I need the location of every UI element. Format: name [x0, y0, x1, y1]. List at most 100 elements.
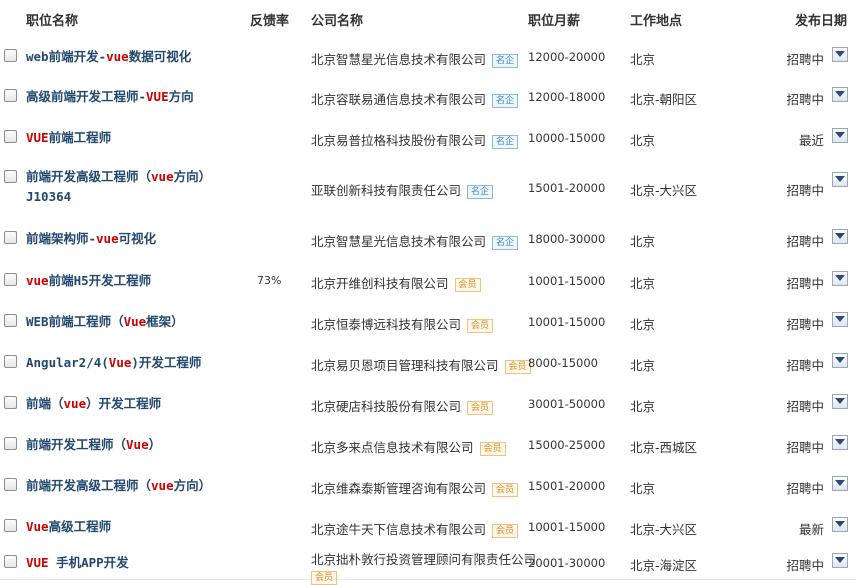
- job-title-link[interactable]: 前端架构师-vue可视化: [26, 229, 156, 249]
- row-dropdown-button[interactable]: [832, 394, 848, 409]
- row-dropdown-button[interactable]: [832, 172, 848, 187]
- post-status: 招聘中: [786, 317, 824, 332]
- work-location: 北京: [630, 399, 656, 414]
- title-text: ）: [148, 437, 162, 452]
- work-location: 北京: [630, 317, 656, 332]
- row-checkbox[interactable]: [4, 231, 17, 244]
- table-row: vue前端H5开发工程师 73% 北京开维创科技有限公司 会员 10001-15000 北…: [0, 260, 856, 302]
- row-dropdown-button[interactable]: [832, 476, 848, 491]
- salary: 15000-25000: [528, 438, 606, 452]
- job-title-link[interactable]: web前端开发-vue数据可视化: [26, 47, 191, 67]
- row-dropdown-button[interactable]: [832, 553, 848, 568]
- row-checkbox[interactable]: [4, 355, 17, 368]
- job-title-link[interactable]: VUE前端工程师: [26, 128, 111, 148]
- row-dropdown-button[interactable]: [832, 128, 848, 143]
- work-location: 北京: [630, 234, 656, 249]
- company-link[interactable]: 北京易普拉格科技股份有限公司 名企: [311, 130, 519, 149]
- job-title-link[interactable]: 高级前端开发工程师-VUE方向: [26, 87, 194, 107]
- row-checkbox[interactable]: [4, 49, 17, 62]
- row-checkbox[interactable]: [4, 273, 17, 286]
- row-checkbox[interactable]: [4, 555, 17, 568]
- company-link[interactable]: 北京容联易通信息技术有限公司 名企: [311, 89, 519, 108]
- company-name: 北京开维创科技有限公司: [311, 276, 449, 291]
- table-row: 前端架构师-vue可视化 北京智慧星光信息技术有限公司 名企 18000-30000 北…: [0, 218, 856, 261]
- row-dropdown-button[interactable]: [832, 229, 848, 244]
- job-title-link[interactable]: 前端开发高级工程师（vue方向） J10364: [26, 167, 211, 207]
- row-checkbox[interactable]: [4, 314, 17, 327]
- row-checkbox[interactable]: [4, 519, 17, 532]
- job-title-link[interactable]: WEB前端工程师（Vue框架）: [26, 312, 184, 332]
- company-name: 北京易普拉格科技股份有限公司: [311, 133, 487, 148]
- company-link[interactable]: 北京开维创科技有限公司 会员: [311, 273, 481, 292]
- job-title-link[interactable]: VUE 手机APP开发: [26, 553, 129, 573]
- job-title-link[interactable]: Angular2/4(Vue)开发工程师: [26, 353, 201, 373]
- work-location: 北京: [630, 358, 656, 373]
- company-link[interactable]: 北京智慧星光信息技术有限公司 名企: [311, 49, 519, 68]
- row-dropdown-button[interactable]: [832, 312, 848, 327]
- row-checkbox[interactable]: [4, 478, 17, 491]
- work-location: 北京: [630, 133, 656, 148]
- company-name: 北京智慧星光信息技术有限公司: [311, 234, 487, 249]
- title-text: 可视化: [118, 231, 157, 246]
- post-status: 招聘中: [786, 52, 824, 67]
- keyword-highlight: Vue: [26, 519, 49, 534]
- header-salary: 职位月薪: [528, 14, 581, 29]
- keyword-highlight: VUE: [26, 130, 49, 145]
- row-checkbox[interactable]: [4, 89, 17, 102]
- company-link[interactable]: 北京恒泰博远科技有限公司 会员: [311, 314, 494, 333]
- work-location: 北京: [630, 481, 656, 496]
- job-title-link[interactable]: 前端开发高级工程师（vue方向）: [26, 476, 211, 496]
- table-row: Vue高级工程师 北京途牛天下信息技术有限公司 会员 10001-15000 北京-大兴…: [0, 506, 856, 548]
- row-checkbox[interactable]: [4, 437, 17, 450]
- company-link[interactable]: 北京途牛天下信息技术有限公司 会员: [311, 519, 519, 538]
- company-name: 亚联创新科技有限责任公司: [311, 183, 462, 198]
- post-status: 招聘中: [786, 399, 824, 414]
- company-name: 北京多来点信息技术有限公司: [311, 440, 474, 455]
- company-name: 北京容联易通信息技术有限公司: [311, 92, 487, 107]
- post-status: 招聘中: [786, 276, 824, 291]
- title-text: 前端工程师: [48, 130, 112, 145]
- row-checkbox[interactable]: [4, 130, 17, 143]
- row-checkbox[interactable]: [4, 396, 17, 409]
- title-text: 高级前端开发工程师-: [26, 89, 147, 104]
- table-row: WEB前端工程师（Vue框架） 北京恒泰博远科技有限公司 会员 10001-15000…: [0, 301, 856, 343]
- feedback-rate: 73%: [257, 274, 282, 287]
- company-link[interactable]: 北京易贝恩项目管理科技有限公司 会员: [311, 355, 531, 374]
- company-badge: 会员: [454, 277, 481, 292]
- salary: 12000-20000: [528, 50, 606, 64]
- job-title-link[interactable]: Vue高级工程师: [26, 517, 111, 537]
- row-dropdown-button[interactable]: [832, 353, 848, 368]
- post-status: 招聘中: [786, 558, 824, 573]
- company-link[interactable]: 北京硬店科技股份有限公司 会员: [311, 396, 494, 415]
- company-badge: 会员: [467, 400, 494, 415]
- work-location: 北京-大兴区: [630, 522, 698, 537]
- title-text: 手机APP开发: [48, 555, 129, 570]
- salary: 10000-15000: [528, 131, 606, 145]
- header-location: 工作地点: [630, 14, 683, 29]
- company-name: 北京维森泰斯管理咨询有限公司: [311, 481, 487, 496]
- company-badge: 会员: [504, 359, 531, 374]
- work-location: 北京-大兴区: [630, 183, 698, 198]
- table-row: 前端开发高级工程师（vue方向） 北京维森泰斯管理咨询有限公司 会员 15001-20…: [0, 465, 856, 507]
- header-company: 公司名称: [311, 14, 364, 29]
- company-link[interactable]: 北京拙朴敦行投资管理顾问有限责任公司 会员: [311, 549, 536, 585]
- row-dropdown-button[interactable]: [832, 87, 848, 102]
- row-dropdown-button[interactable]: [832, 435, 848, 450]
- company-link[interactable]: 北京多来点信息技术有限公司 会员: [311, 437, 506, 456]
- company-link[interactable]: 亚联创新科技有限责任公司 名企: [311, 180, 494, 199]
- company-badge: 名企: [467, 184, 494, 199]
- title-text: web前端开发-: [26, 49, 107, 64]
- company-badge: 名企: [492, 93, 519, 108]
- job-title-link[interactable]: 前端（vue）开发工程师: [26, 394, 161, 414]
- post-status: 招聘中: [786, 183, 824, 198]
- title-text: 前端开发高级工程师（: [26, 478, 152, 493]
- company-link[interactable]: 北京智慧星光信息技术有限公司 名企: [311, 231, 519, 250]
- row-dropdown-button[interactable]: [832, 271, 848, 286]
- job-title-link[interactable]: vue前端H5开发工程师: [26, 271, 151, 291]
- company-link[interactable]: 北京维森泰斯管理咨询有限公司 会员: [311, 478, 519, 497]
- job-title-link[interactable]: 前端开发工程师（Vue）: [26, 435, 161, 455]
- row-dropdown-button[interactable]: [832, 517, 848, 532]
- row-checkbox[interactable]: [4, 170, 17, 183]
- row-dropdown-button[interactable]: [832, 47, 848, 62]
- table-row: VUE前端工程师 北京易普拉格科技股份有限公司 名企 10000-15000 北京 最近: [0, 117, 856, 159]
